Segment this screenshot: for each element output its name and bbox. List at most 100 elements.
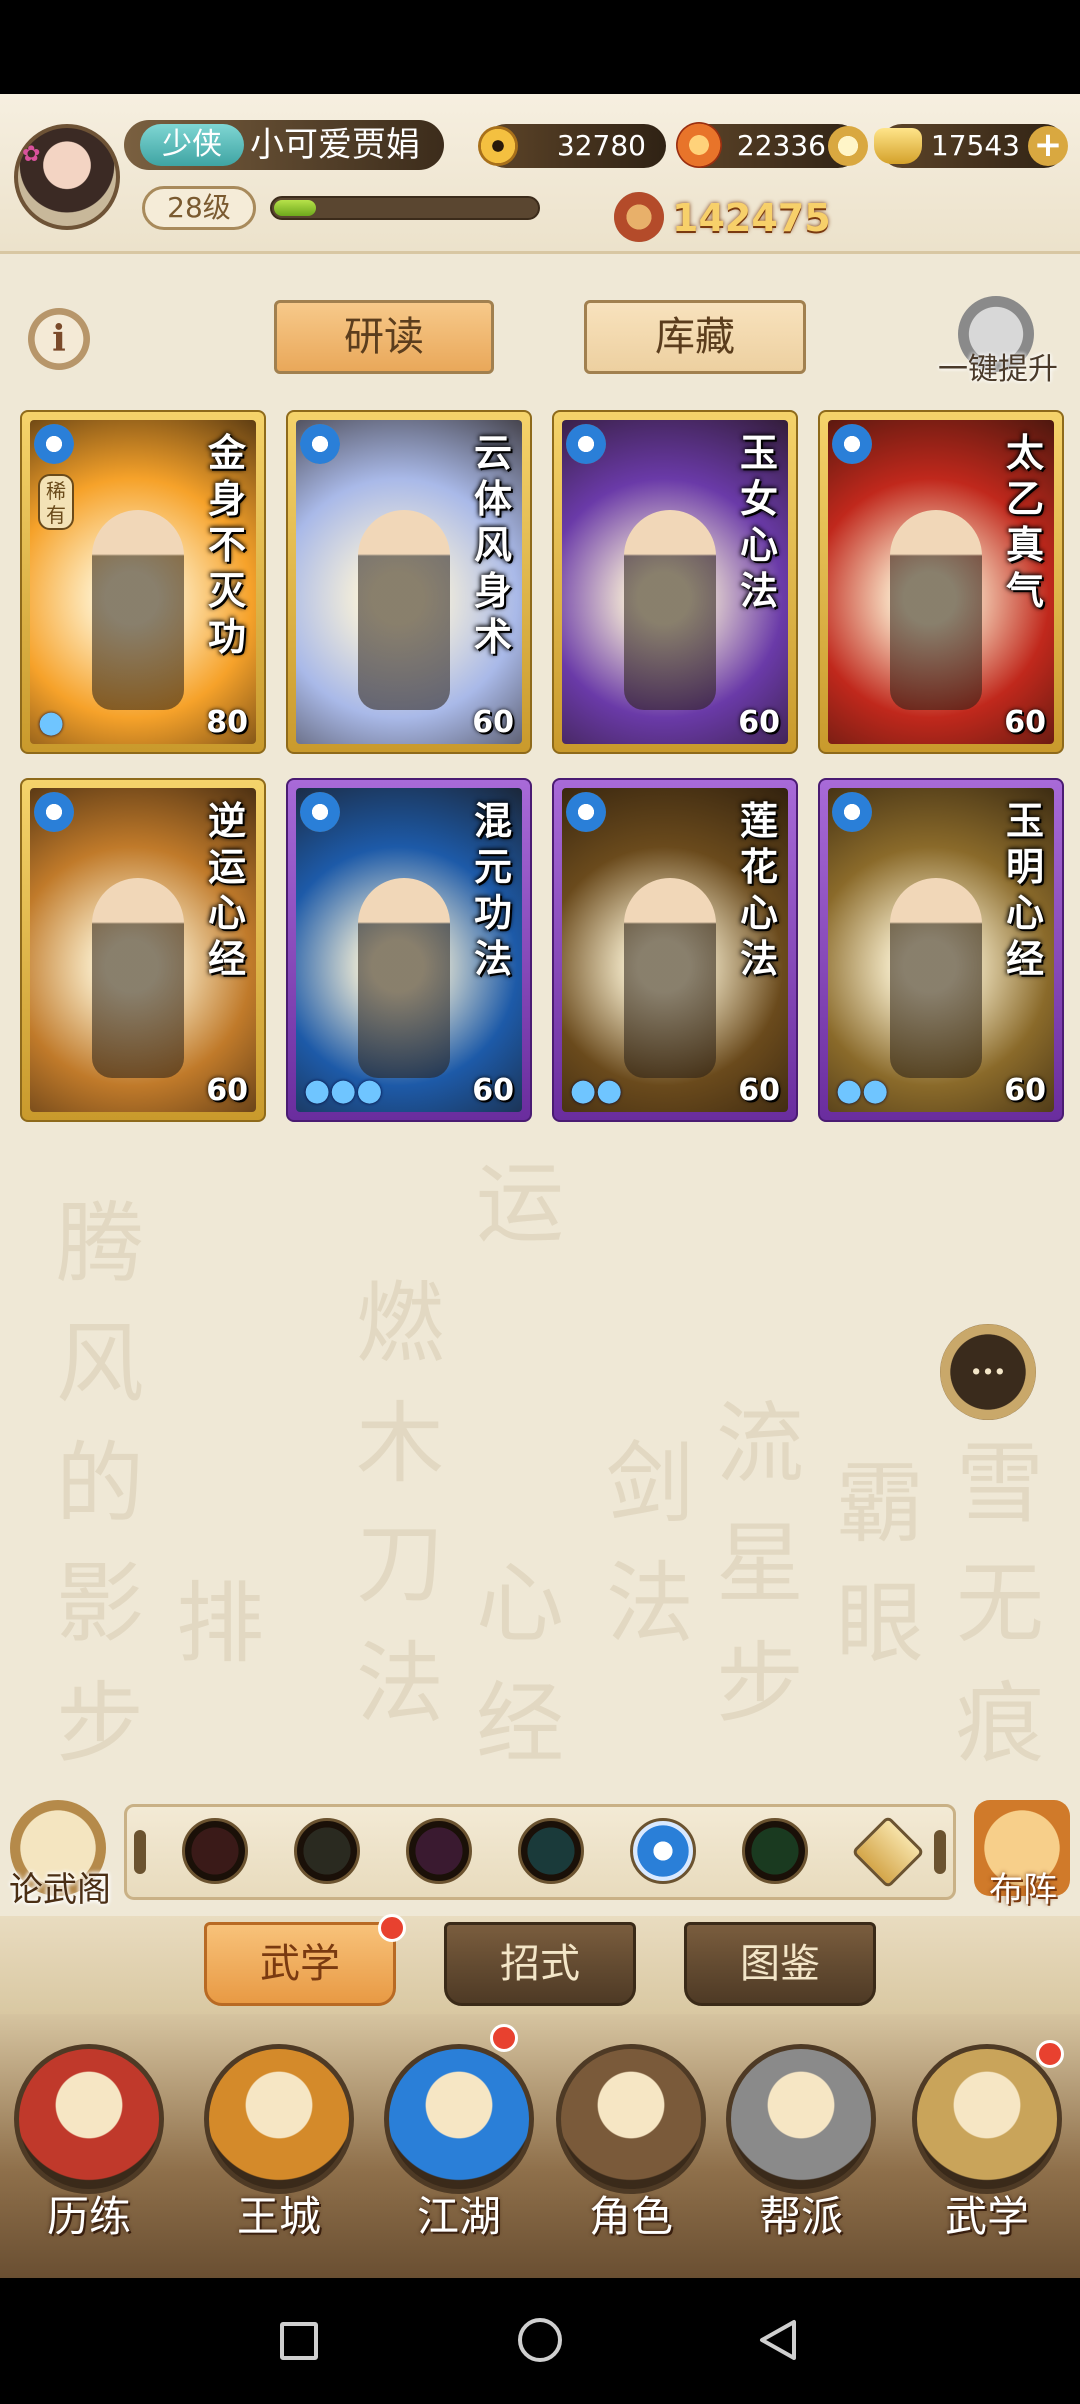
subtab-tujian[interactable]: 图鉴 xyxy=(684,1922,876,2006)
nav-wuxue-label[interactable]: 武学 xyxy=(902,2190,1072,2244)
character-figure xyxy=(358,510,450,710)
bg-glyph: 步 xyxy=(56,1672,145,1775)
dragon-icon[interactable] xyxy=(742,1818,808,1884)
bg-glyph: 星 xyxy=(716,1512,805,1615)
bg-glyph: 刀 xyxy=(356,1512,445,1615)
lunwu-pavilion-label[interactable]: 论武阁 xyxy=(0,1862,120,1910)
add-gold-button[interactable]: + xyxy=(1028,126,1068,166)
skill-card[interactable]: 逆运心经 60 xyxy=(20,778,266,1122)
skill-card-art: 玉明心经 ●● 60 xyxy=(828,788,1054,1112)
skill-card-level: 60 xyxy=(472,705,514,740)
chat-button[interactable]: ··· xyxy=(940,1324,1036,1420)
bg-glyph: 排 xyxy=(176,1572,265,1675)
skill-card-level: 60 xyxy=(1004,1073,1046,1108)
combat-power-icon xyxy=(614,192,664,242)
character-figure xyxy=(92,510,184,710)
water-drop-icon: ●● xyxy=(570,1073,623,1108)
bg-glyph: 腾 xyxy=(56,1192,145,1295)
blade-icon[interactable] xyxy=(294,1818,360,1884)
bg-glyph: 心 xyxy=(476,1552,565,1655)
sword-icon[interactable] xyxy=(182,1818,248,1884)
skill-card-title: 莲花心法 xyxy=(739,798,778,981)
bg-glyph: 影 xyxy=(56,1552,145,1655)
home-icon[interactable] xyxy=(518,2318,562,2362)
player-level: 28级 xyxy=(142,186,256,230)
skill-type-icon xyxy=(34,792,74,832)
info-button[interactable]: i xyxy=(28,308,90,370)
formation-label[interactable]: 布阵 xyxy=(968,1862,1078,1910)
recent-apps-icon[interactable] xyxy=(280,2322,318,2360)
nav-lilian-icon[interactable] xyxy=(14,2044,164,2194)
tab-vault[interactable]: 库藏 xyxy=(584,300,806,374)
bg-glyph: 眼 xyxy=(836,1572,925,1675)
skill-card-level: 60 xyxy=(472,1073,514,1108)
skill-card-art: 混元功法 ●●● 60 xyxy=(296,788,522,1112)
bg-glyph: 无 xyxy=(956,1552,1045,1655)
player-avatar[interactable] xyxy=(14,124,120,230)
nav-wangcheng-label[interactable]: 王城 xyxy=(194,2190,364,2244)
character-figure xyxy=(358,878,450,1078)
water-drop-icon: ●● xyxy=(836,1073,889,1108)
combat-power-value: 142475 xyxy=(672,196,831,240)
skill-card[interactable]: 玉女心法 60 xyxy=(552,410,798,754)
bg-glyph: 木 xyxy=(356,1392,445,1495)
skill-card-title: 玉明心经 xyxy=(1005,798,1044,981)
skill-card[interactable]: 玉明心经 ●● 60 xyxy=(818,778,1064,1122)
player-name: 小可爱贾娟 xyxy=(250,125,420,165)
skill-type-icon xyxy=(832,792,872,832)
nav-bangpai-icon[interactable] xyxy=(726,2044,876,2194)
skill-card-level: 60 xyxy=(1004,705,1046,740)
skill-card-title: 逆运心经 xyxy=(207,798,246,981)
subtab-wuxue[interactable]: 武学 xyxy=(204,1922,396,2006)
one-click-upgrade-label[interactable]: 一键提升 xyxy=(928,344,1068,387)
skill-card-art: 玉女心法 60 xyxy=(562,420,788,744)
bg-glyph: 法 xyxy=(356,1632,445,1735)
nav-wuxue-icon[interactable] xyxy=(912,2044,1062,2194)
notification-dot xyxy=(378,1914,406,1942)
skill-card[interactable]: 云体风身术 60 xyxy=(286,410,532,754)
player-header xyxy=(0,94,1080,254)
subtab-zhaoshi[interactable]: 招式 xyxy=(444,1922,636,2006)
nav-jianghu-icon[interactable] xyxy=(384,2044,534,2194)
skill-card[interactable]: 太乙真气 60 xyxy=(818,410,1064,754)
skill-card[interactable]: 莲花心法 ●● 60 xyxy=(552,778,798,1122)
skill-card-title: 太乙真气 xyxy=(1005,430,1044,613)
xp-bar-fill xyxy=(274,200,316,216)
title-badge: 少侠 xyxy=(140,124,244,166)
spiral-icon[interactable] xyxy=(630,1818,696,1884)
bg-glyph: 步 xyxy=(716,1632,805,1735)
skill-type-icon xyxy=(300,792,340,832)
notification-dot xyxy=(490,2024,518,2052)
fan-icon[interactable] xyxy=(518,1818,584,1884)
character-figure xyxy=(624,878,716,1078)
skill-card-title: 玉女心法 xyxy=(739,430,778,613)
skill-type-icon xyxy=(566,424,606,464)
flame-icon xyxy=(676,122,722,168)
add-coin-icon[interactable] xyxy=(828,126,868,166)
skill-card-level: 60 xyxy=(206,1073,248,1108)
bg-glyph: 雪 xyxy=(956,1432,1045,1535)
tab-study[interactable]: 研读 xyxy=(274,300,494,374)
skill-card-level: 80 xyxy=(206,705,248,740)
nav-wangcheng-icon[interactable] xyxy=(204,2044,354,2194)
skill-type-icon xyxy=(832,424,872,464)
flower-icon: ✿ xyxy=(22,142,41,167)
skill-card-art: 太乙真气 60 xyxy=(828,420,1054,744)
gold-value: 17543 xyxy=(930,129,1020,162)
back-icon[interactable] xyxy=(756,2318,798,2362)
copper-coin-icon xyxy=(478,126,518,166)
nav-jianghu-label[interactable]: 江湖 xyxy=(374,2190,544,2244)
nav-juese-label[interactable]: 角色 xyxy=(546,2190,716,2244)
bg-glyph: 经 xyxy=(476,1672,565,1775)
nav-juese-icon[interactable] xyxy=(556,2044,706,2194)
nav-lilian-label[interactable]: 历练 xyxy=(4,2190,174,2244)
skill-card-title: 金身不灭功 xyxy=(207,430,246,659)
bg-glyph: 法 xyxy=(606,1552,695,1655)
fist-icon[interactable] xyxy=(406,1818,472,1884)
tray-left-cap xyxy=(134,1830,146,1874)
background-calligraphy: 腾 风 的 影 步 排 燃 木 刀 法 运 心 经 剑 法 流 星 步 霸 眼 … xyxy=(0,1140,1080,1790)
skill-card[interactable]: 混元功法 ●●● 60 xyxy=(286,778,532,1122)
copper-value: 32780 xyxy=(556,129,646,162)
skill-card[interactable]: 金身不灭功 稀有 ● 80 xyxy=(20,410,266,754)
nav-bangpai-label[interactable]: 帮派 xyxy=(716,2190,886,2244)
